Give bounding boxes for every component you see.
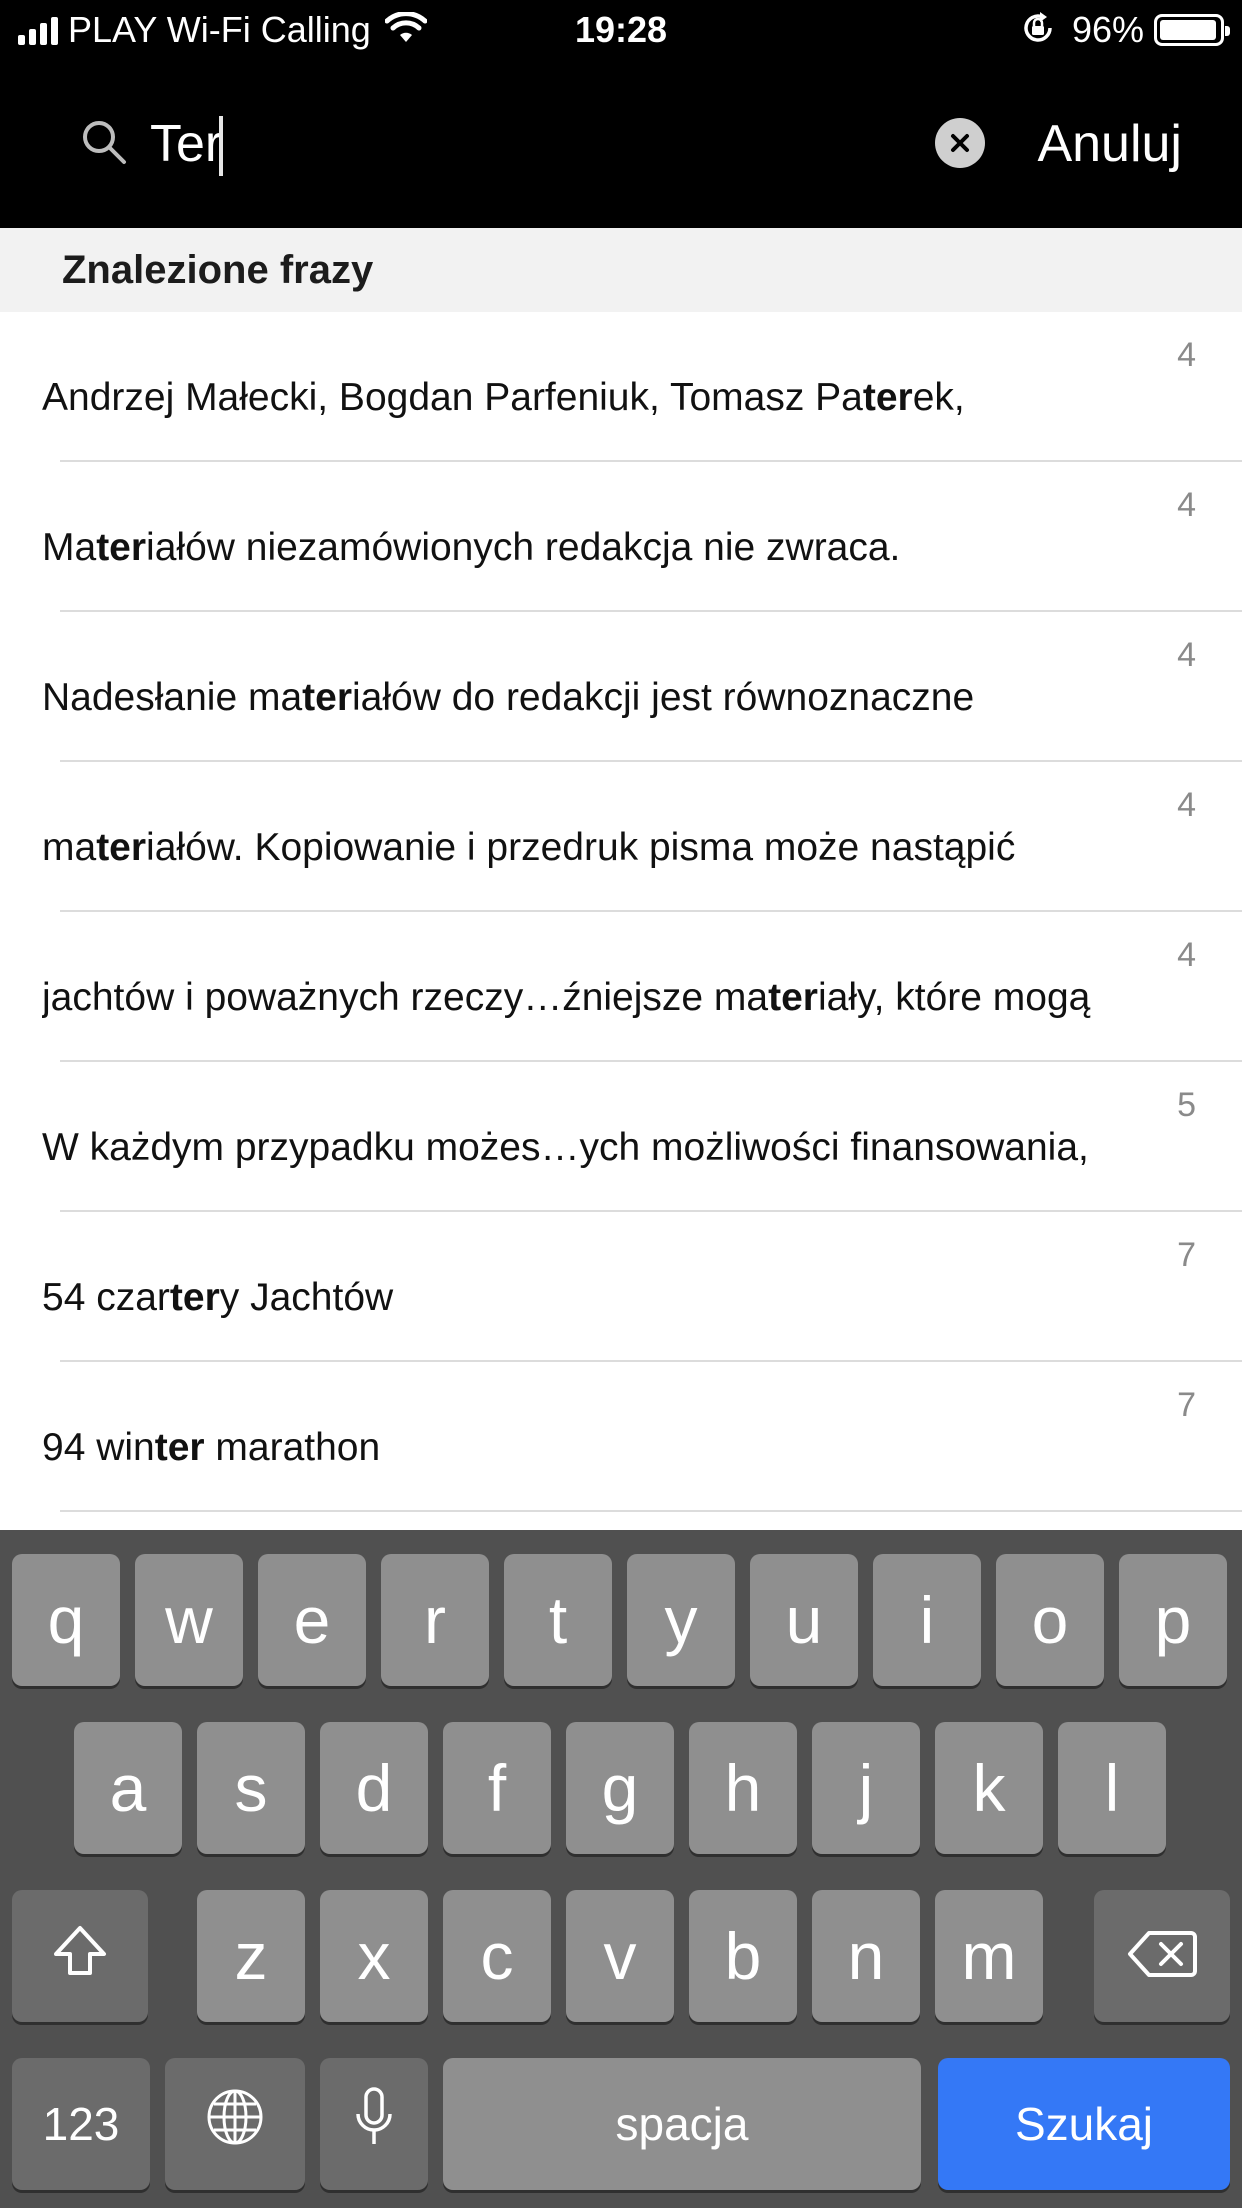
match-count: 5 xyxy=(1177,1086,1196,1124)
key-d[interactable]: d xyxy=(320,1722,428,1854)
phrase-text: materiałów. Kopiowanie i przedruk pisma … xyxy=(42,826,1016,869)
battery-icon xyxy=(1154,14,1230,46)
section-header: Znalezione frazy xyxy=(0,228,1242,312)
key-j[interactable]: j xyxy=(812,1722,920,1854)
key-r[interactable]: r xyxy=(381,1554,489,1686)
globe-icon xyxy=(205,2086,265,2162)
match-count: 4 xyxy=(1177,936,1196,974)
search-header: Anuluj xyxy=(0,60,1242,228)
search-icon xyxy=(80,118,128,171)
list-item[interactable]: 4 Andrzej Małecki, Bogdan Parfeniuk, Tom… xyxy=(42,312,1242,462)
search-key[interactable]: Szukaj xyxy=(938,2058,1230,2190)
list-item[interactable]: 4 Nadesłanie materiałów do redakcji jest… xyxy=(42,612,1242,762)
key-n[interactable]: n xyxy=(812,1890,920,2022)
phrase-text: jachtów i poważnych rzeczy…źniejsze mate… xyxy=(42,976,1091,1019)
key-a[interactable]: a xyxy=(74,1722,182,1854)
match-count: 4 xyxy=(1177,336,1196,374)
key-u[interactable]: u xyxy=(750,1554,858,1686)
key-x[interactable]: x xyxy=(320,1890,428,2022)
space-key[interactable]: spacja xyxy=(443,2058,921,2190)
key-k[interactable]: k xyxy=(935,1722,1043,1854)
list-item[interactable]: 7 94 winter marathon xyxy=(42,1362,1242,1512)
key-b[interactable]: b xyxy=(689,1890,797,2022)
key-f[interactable]: f xyxy=(443,1722,551,1854)
phrase-text: Materiałów niezamówionych redakcja nie z… xyxy=(42,526,901,569)
battery-fill xyxy=(1160,20,1216,40)
shift-icon xyxy=(50,1918,110,1994)
numbers-key[interactable]: 123 xyxy=(12,2058,150,2190)
key-v[interactable]: v xyxy=(566,1890,674,2022)
key-q[interactable]: q xyxy=(12,1554,120,1686)
microphone-key[interactable] xyxy=(320,2058,428,2190)
key-y[interactable]: y xyxy=(627,1554,735,1686)
phrase-text: W każdym przypadku możes…ych możliwości … xyxy=(42,1126,1089,1169)
key-e[interactable]: e xyxy=(258,1554,366,1686)
key-w[interactable]: w xyxy=(135,1554,243,1686)
list-item[interactable]: 4 jachtów i poważnych rzeczy…źniejsze ma… xyxy=(42,912,1242,1062)
phrase-text: 54 czartery Jachtów xyxy=(42,1276,394,1319)
key-c[interactable]: c xyxy=(443,1890,551,2022)
status-right: 96% xyxy=(1020,8,1230,52)
shift-key[interactable] xyxy=(12,1890,148,2022)
rotation-lock-icon xyxy=(1020,10,1056,51)
key-p[interactable]: p xyxy=(1119,1554,1227,1686)
key-m[interactable]: m xyxy=(935,1890,1043,2022)
list-item[interactable]: 5 W każdym przypadku możes…ych możliwośc… xyxy=(42,1062,1242,1212)
backspace-icon xyxy=(1127,1918,1197,1994)
search-input[interactable] xyxy=(150,108,910,180)
phrase-text: Nadesłanie materiałów do redakcji jest r… xyxy=(42,676,975,719)
battery-percent: 96% xyxy=(1071,9,1144,50)
status-bar: PLAY Wi-Fi Calling 19:28 96% xyxy=(0,0,1242,60)
match-count: 7 xyxy=(1177,1236,1196,1274)
globe-key[interactable] xyxy=(165,2058,305,2190)
match-count: 4 xyxy=(1177,636,1196,674)
cancel-button[interactable]: Anuluj xyxy=(1037,108,1182,180)
match-count: 7 xyxy=(1177,1386,1196,1424)
key-l[interactable]: l xyxy=(1058,1722,1166,1854)
key-g[interactable]: g xyxy=(566,1722,674,1854)
match-count: 4 xyxy=(1177,486,1196,524)
microphone-icon xyxy=(354,2086,394,2163)
key-z[interactable]: z xyxy=(197,1890,305,2022)
phrase-text: Andrzej Małecki, Bogdan Parfeniuk, Tomas… xyxy=(42,376,965,419)
text-caret xyxy=(219,116,223,176)
key-i[interactable]: i xyxy=(873,1554,981,1686)
key-s[interactable]: s xyxy=(197,1722,305,1854)
list-item[interactable]: 4 materiałów. Kopiowanie i przedruk pism… xyxy=(42,762,1242,912)
section-title: Znalezione frazy xyxy=(62,248,374,292)
battery-tip xyxy=(1225,26,1230,36)
phrase-text: 94 winter marathon xyxy=(42,1426,381,1469)
results-list: 4 Andrzej Małecki, Bogdan Parfeniuk, Tom… xyxy=(0,312,1242,1512)
backspace-key[interactable] xyxy=(1094,1890,1230,2022)
list-item[interactable]: 7 54 czartery Jachtów xyxy=(42,1212,1242,1362)
key-t[interactable]: t xyxy=(504,1554,612,1686)
clear-icon[interactable] xyxy=(935,118,985,168)
screen: PLAY Wi-Fi Calling 19:28 96% Ter Anuluj … xyxy=(0,0,1242,2208)
key-h[interactable]: h xyxy=(689,1722,797,1854)
match-count: 4 xyxy=(1177,786,1196,824)
key-o[interactable]: o xyxy=(996,1554,1104,1686)
list-item[interactable]: 4 Materiałów niezamówionych redakcja nie… xyxy=(42,462,1242,612)
keyboard: q w e r t y u i o p a s d f g h j k l z … xyxy=(0,1530,1242,2208)
